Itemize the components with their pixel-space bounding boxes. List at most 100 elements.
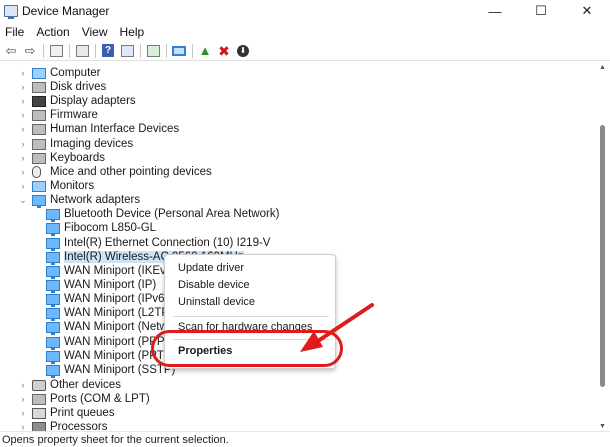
menu-help[interactable]: Help xyxy=(114,25,151,39)
close-button[interactable]: ✕ xyxy=(564,0,610,22)
uninstall-icon[interactable]: ✖ xyxy=(215,42,233,60)
status-bar: Opens property sheet for the current sel… xyxy=(0,431,610,447)
chevron-right-icon[interactable]: › xyxy=(18,394,28,404)
network-adapter-icon xyxy=(46,336,60,350)
chevron-right-icon[interactable]: › xyxy=(18,68,28,78)
tree-device[interactable]: Intel(R) Ethernet Connection (10) I219-V xyxy=(46,236,270,251)
tree-device[interactable]: Bluetooth Device (Personal Area Network) xyxy=(46,207,279,222)
maximize-button[interactable]: ☐ xyxy=(518,0,564,22)
tree-category[interactable]: › Other devices xyxy=(18,378,121,392)
network-adapter-icon xyxy=(46,350,60,364)
download-icon[interactable]: ⬇ xyxy=(234,42,252,60)
tree-category[interactable]: › Processors xyxy=(18,420,108,431)
chevron-right-icon[interactable]: › xyxy=(18,422,28,431)
processor-icon xyxy=(32,421,46,431)
chevron-right-icon[interactable]: › xyxy=(18,380,28,390)
network-adapter-icon xyxy=(46,364,60,378)
menu-action[interactable]: Action xyxy=(30,25,75,39)
chevron-right-icon[interactable]: › xyxy=(18,167,28,177)
title-bar: Device Manager — ☐ ✕ xyxy=(0,0,610,22)
device-tree: › Computer › Disk drives › Display adapt… xyxy=(0,63,596,431)
firmware-icon xyxy=(32,109,46,121)
monitor-icon[interactable] xyxy=(170,42,188,60)
tree-category[interactable]: › Firmware xyxy=(18,108,98,122)
scroll-down-icon[interactable]: ▼ xyxy=(599,423,606,430)
tree-category[interactable]: › Print queues xyxy=(18,406,115,420)
menu-view[interactable]: View xyxy=(76,25,114,39)
minimize-button[interactable]: — xyxy=(472,0,518,22)
list-icon[interactable] xyxy=(73,42,91,60)
menu-file[interactable]: File xyxy=(0,25,30,39)
network-adapter-icon xyxy=(46,279,60,293)
scroll-up-icon[interactable]: ▲ xyxy=(599,64,606,71)
network-adapter-icon xyxy=(46,293,60,307)
chevron-down-icon[interactable]: ⌄ xyxy=(18,195,28,206)
network-adapter-icon xyxy=(46,307,60,321)
properties-icon[interactable] xyxy=(47,42,65,60)
other-devices-icon xyxy=(32,379,46,391)
toolbar-separator xyxy=(95,43,96,58)
update-driver-menu-item[interactable]: Update driver xyxy=(178,262,244,274)
forward-arrow-icon[interactable]: ⇨ xyxy=(21,42,39,60)
vertical-scrollbar[interactable]: ▲ ▼ xyxy=(596,63,610,431)
network-adapter-icon xyxy=(46,237,60,251)
tree-category[interactable]: › Mice and other pointing devices xyxy=(18,165,212,179)
network-adapter-icon xyxy=(46,321,60,335)
network-adapter-icon xyxy=(46,208,60,222)
monitor-icon xyxy=(32,180,46,192)
chevron-right-icon[interactable]: › xyxy=(18,139,28,149)
chevron-right-icon[interactable]: › xyxy=(18,124,28,134)
camera-icon xyxy=(32,138,46,150)
tree-device[interactable]: WAN Miniport (IP) xyxy=(46,278,156,293)
menu-separator xyxy=(173,316,329,317)
tree-device[interactable]: WAN Miniport (IPv6) xyxy=(46,292,168,307)
tree-category[interactable]: › Ports (COM & LPT) xyxy=(18,392,150,406)
tree-device[interactable]: Fibocom L850-GL xyxy=(46,221,156,236)
menu-bar: File Action View Help xyxy=(0,22,610,41)
tree-category[interactable]: › Imaging devices xyxy=(18,137,134,151)
tree-category[interactable]: ⌄ Network adapters xyxy=(18,193,140,208)
tree-category[interactable]: › Computer xyxy=(18,66,101,80)
tree-category[interactable]: › Monitors xyxy=(18,179,95,193)
computer-icon xyxy=(32,67,46,79)
help-icon[interactable]: ? xyxy=(99,42,117,60)
chevron-right-icon[interactable]: › xyxy=(18,408,28,418)
chevron-right-icon[interactable]: › xyxy=(18,181,28,191)
port-icon xyxy=(32,393,46,405)
chevron-right-icon[interactable]: › xyxy=(18,96,28,106)
mouse-icon xyxy=(32,166,41,178)
toolbar-separator xyxy=(43,43,44,58)
display-adapter-icon xyxy=(32,95,46,107)
tree-category[interactable]: › Human Interface Devices xyxy=(18,122,180,136)
toolbar-separator xyxy=(140,43,141,58)
disk-drive-icon xyxy=(32,81,46,93)
chevron-right-icon[interactable]: › xyxy=(18,82,28,92)
toolbar-separator xyxy=(69,43,70,58)
add-driver-icon[interactable]: ▲ xyxy=(196,42,214,60)
printer-icon xyxy=(32,407,46,419)
chevron-right-icon[interactable]: › xyxy=(18,153,28,163)
uninstall-device-menu-item[interactable]: Uninstall device xyxy=(178,296,255,308)
tree-device[interactable]: WAN Miniport (SSTP) xyxy=(46,363,175,378)
window-controls: — ☐ ✕ xyxy=(472,0,610,22)
tree-category[interactable]: › Display adapters xyxy=(18,94,136,108)
disable-device-menu-item[interactable]: Disable device xyxy=(178,279,250,291)
back-arrow-icon[interactable]: ⇦ xyxy=(2,42,20,60)
keyboard-icon xyxy=(32,152,46,164)
chevron-right-icon[interactable]: › xyxy=(18,110,28,120)
scroll-thumb[interactable] xyxy=(600,125,605,387)
tree-device[interactable]: WAN Miniport (L2TP) xyxy=(46,306,173,321)
tree-category[interactable]: › Disk drives xyxy=(18,80,107,94)
view-icon[interactable] xyxy=(118,42,136,60)
tree-category[interactable]: › Keyboards xyxy=(18,151,105,165)
tree-device[interactable]: WAN Miniport (IKEv2) xyxy=(46,264,176,279)
toolbar: ⇦ ⇨ ? ▲ ✖ ⬇ xyxy=(0,41,610,61)
network-adapter-icon xyxy=(46,265,60,279)
toolbar-separator xyxy=(166,43,167,58)
device-manager-icon xyxy=(4,5,18,19)
network-adapter-icon xyxy=(32,194,46,208)
window-title: Device Manager xyxy=(22,4,110,18)
network-adapter-icon xyxy=(46,222,60,236)
print-icon[interactable] xyxy=(144,42,162,60)
network-adapter-icon xyxy=(46,251,60,265)
